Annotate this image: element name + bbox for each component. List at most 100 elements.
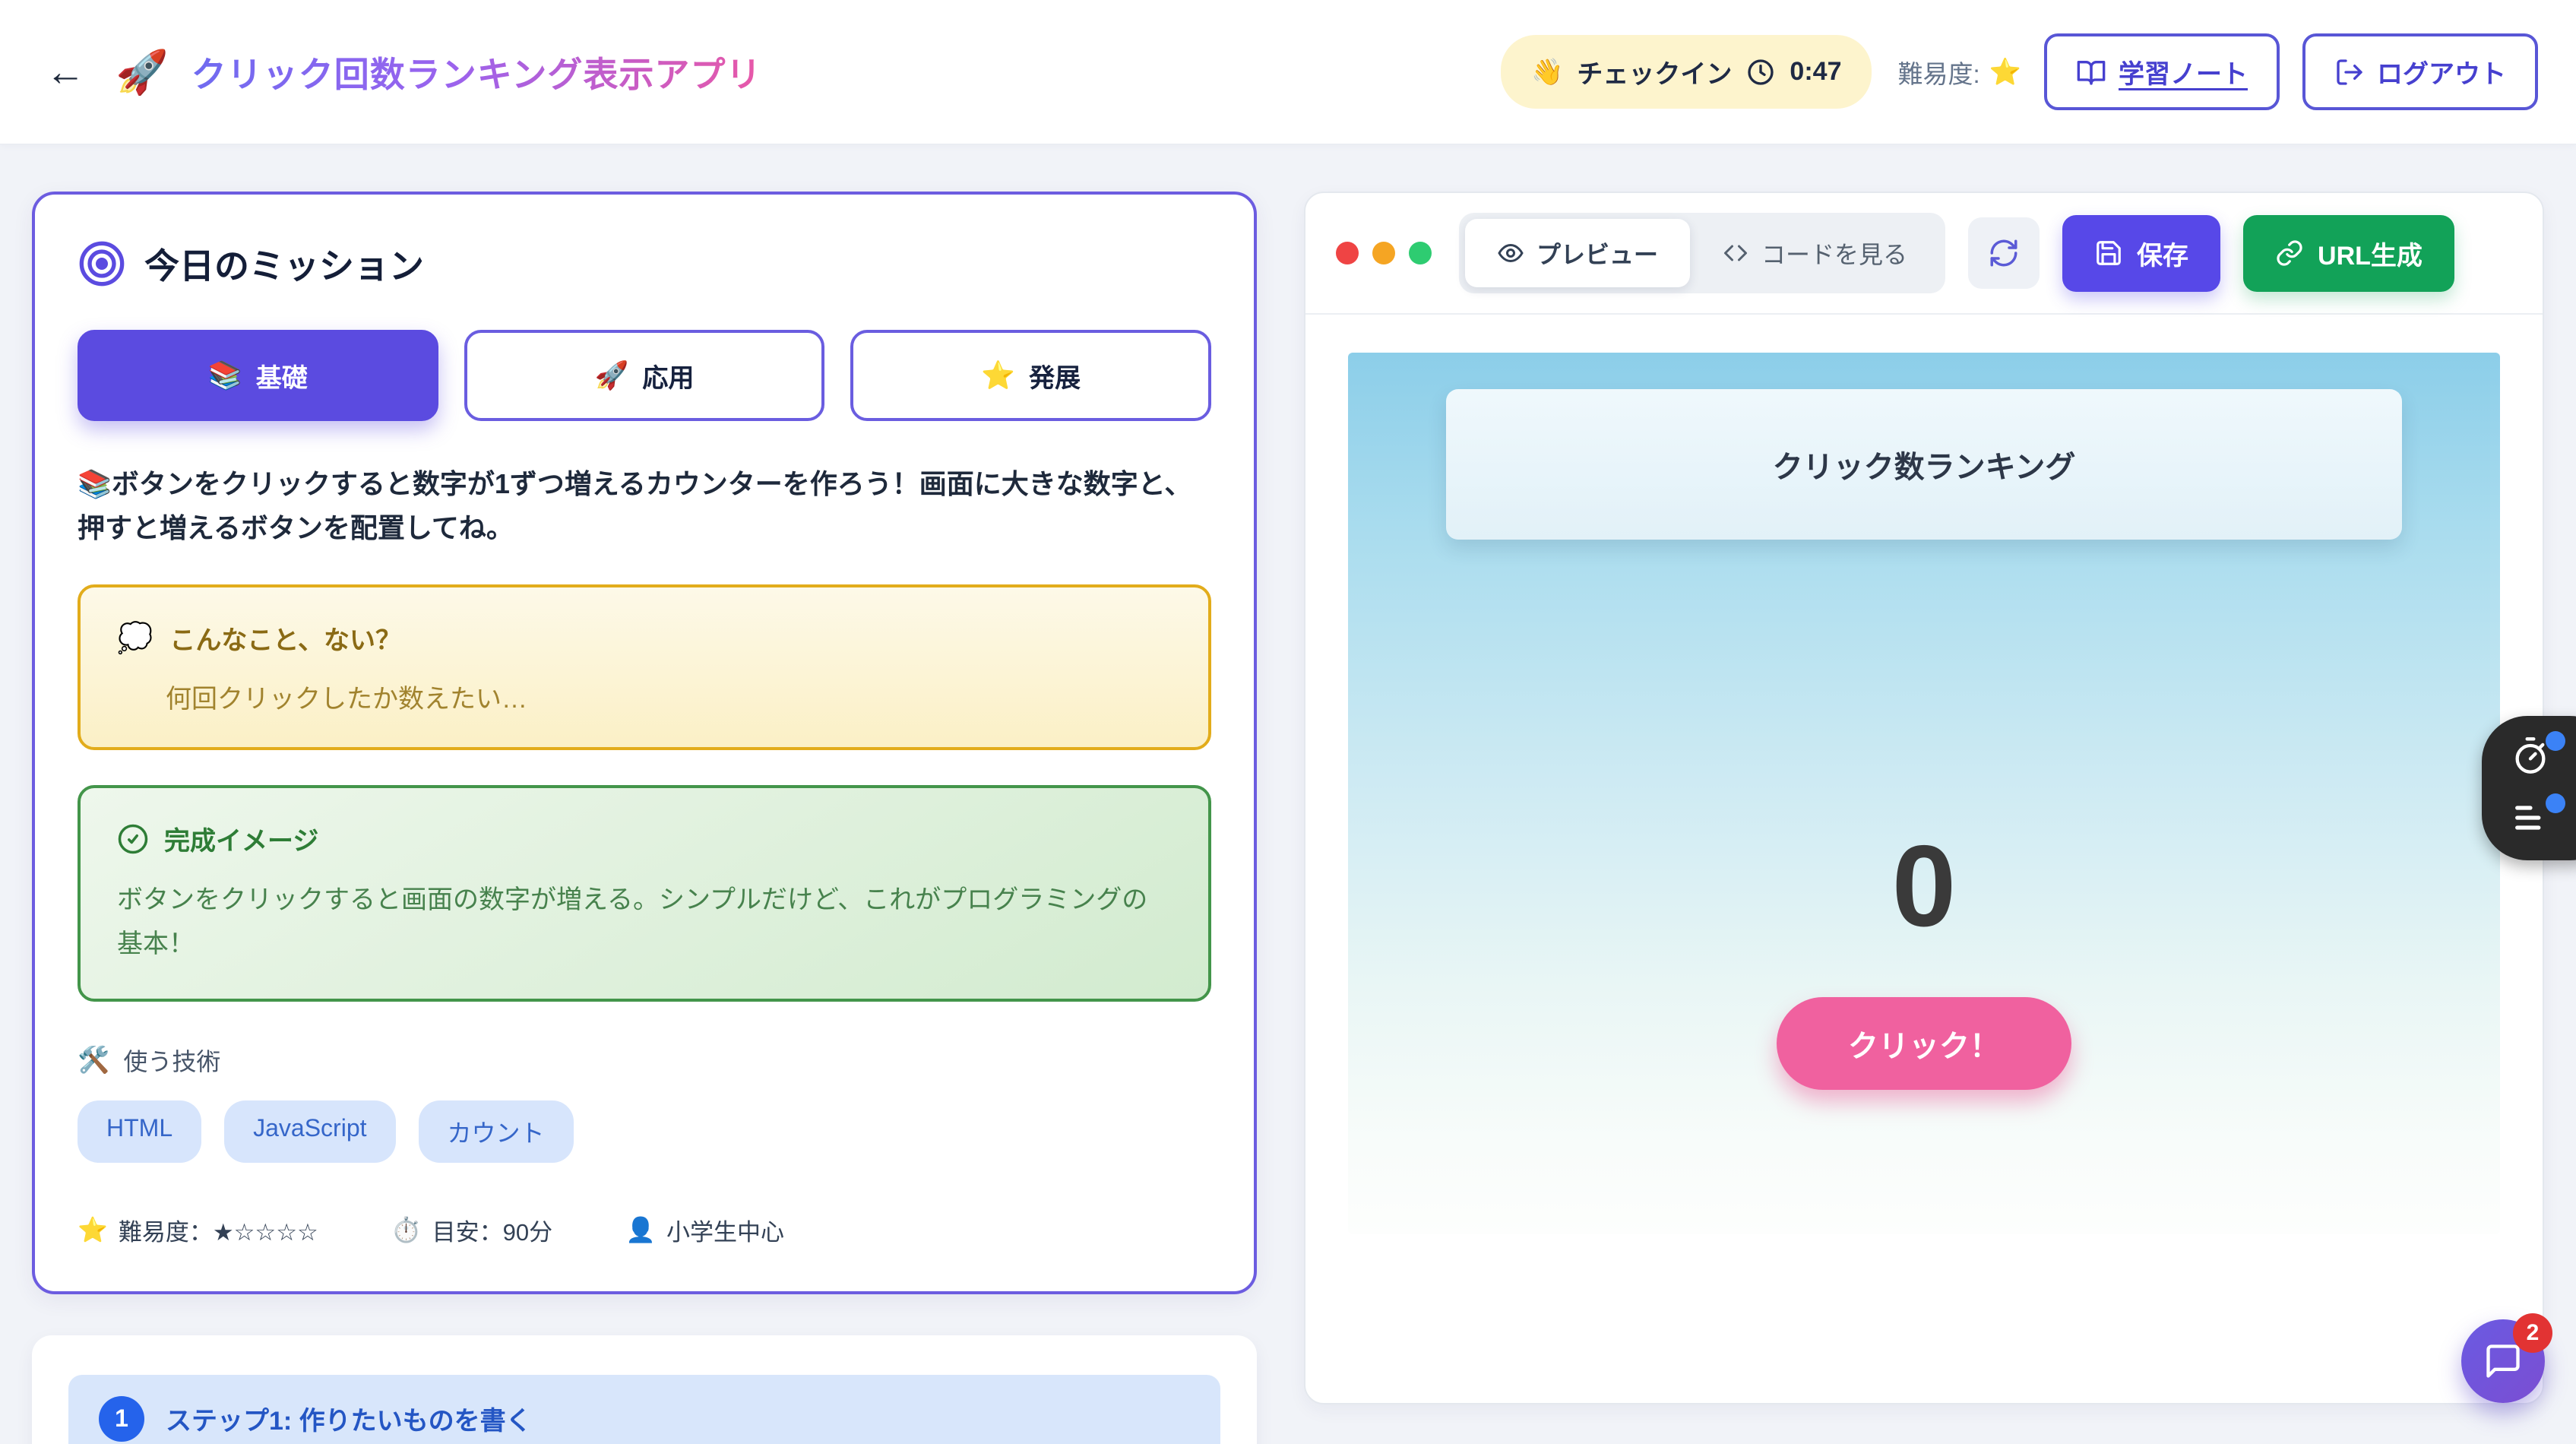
code-icon <box>1722 239 1749 267</box>
open-book-icon <box>2076 57 2106 87</box>
checkin-badge: 👋 チェックイン 0:47 <box>1501 35 1872 109</box>
person-icon: 👤 <box>625 1215 656 1244</box>
list-tool-button[interactable] <box>2511 798 2553 841</box>
mission-meta: ⭐ 難易度：★☆☆☆☆ ⏱️ 目安：90分 👤 小学生中心 <box>78 1213 1211 1247</box>
meta-audience-text: 小学生中心 <box>666 1213 784 1247</box>
editor-panel: プレビュー コードを見る 保存 URL生成 クリック数ランキン <box>1304 192 2544 1404</box>
steps-card: 1 ステップ1: 作りたいものを書く <box>32 1335 1257 1444</box>
mission-card: 今日のミッション 📚 基礎 🚀 応用 ⭐ 発展 📚ボタンをクリックすると数字が1… <box>32 192 1257 1294</box>
step1-header[interactable]: 1 ステップ1: 作りたいものを書く <box>68 1375 1220 1444</box>
app-preview: クリック数ランキング 0 クリック！ <box>1348 353 2500 1234</box>
preview-title-card: クリック数ランキング <box>1446 389 2402 540</box>
stopwatch-icon: ⏱️ <box>391 1215 422 1244</box>
meta-difficulty: ⭐ 難易度：★☆☆☆☆ <box>78 1213 318 1247</box>
editor-toolbar: プレビュー コードを見る 保存 URL生成 <box>1305 193 2543 315</box>
page-title: クリック回数ランキング表示アプリ <box>191 47 762 97</box>
logout-button[interactable]: ログアウト <box>2302 33 2538 110</box>
eye-icon <box>1497 239 1524 267</box>
tab-applied[interactable]: 🚀 応用 <box>464 330 825 421</box>
left-column: 今日のミッション 📚 基礎 🚀 応用 ⭐ 発展 📚ボタンをクリックすると数字が1… <box>32 192 1257 1444</box>
rocket-icon: 🚀 <box>595 359 629 391</box>
step1-title: ステップ1: 作りたいものを書く <box>166 1400 532 1437</box>
tools-icon: 🛠️ <box>78 1045 109 1075</box>
star-icon: ⭐ <box>78 1215 108 1244</box>
save-icon <box>2094 239 2123 268</box>
goal-box-title: 完成イメージ <box>164 820 318 857</box>
rocket-icon: 🚀 <box>116 51 169 93</box>
list-icon <box>2511 798 2550 838</box>
preview-tab[interactable]: プレビュー <box>1465 219 1690 287</box>
green-dot-icon <box>1409 242 1432 264</box>
back-button[interactable]: ← <box>38 48 93 97</box>
meta-audience: 👤 小学生中心 <box>625 1213 784 1247</box>
goal-box-title-row: 完成イメージ <box>117 820 1172 857</box>
goal-box-body: ボタンをクリックすると画面の数字が増える。シンプルだけど、これがプログラミングの… <box>117 879 1172 967</box>
meta-difficulty-text: 難易度：★☆☆☆☆ <box>119 1213 318 1247</box>
tab-basic-label: 基礎 <box>256 357 308 394</box>
chat-unread-badge: 2 <box>2513 1313 2552 1353</box>
chat-button[interactable]: 2 <box>2461 1319 2545 1403</box>
main-content: 今日のミッション 📚 基礎 🚀 応用 ⭐ 発展 📚ボタンをクリックすると数字が1… <box>0 144 2576 1444</box>
code-tab[interactable]: コードを見る <box>1690 219 1939 287</box>
clock-icon <box>1745 57 1776 87</box>
mission-title: 今日のミッション <box>144 239 424 289</box>
mission-heading: 今日のミッション <box>78 239 1211 289</box>
tech-tag-javascript: JavaScript <box>224 1100 395 1163</box>
link-icon <box>2275 239 2304 268</box>
yellow-dot-icon <box>1372 242 1395 264</box>
tab-advanced-label: 発展 <box>1029 357 1081 394</box>
tech-label-row: 🛠️ 使う技術 <box>78 1043 1211 1078</box>
save-label: 保存 <box>2137 235 2188 272</box>
timer-tool-button[interactable] <box>2511 736 2553 778</box>
books-icon: 📚 <box>78 468 112 499</box>
tech-tags: HTML JavaScript カウント <box>78 1100 1211 1163</box>
empathy-box-body: 何回クリックしたか数えたい… <box>117 678 1172 715</box>
star-icon: ⭐ <box>981 359 1015 391</box>
difficulty-indicator: 難易度: ⭐ <box>1897 54 2021 90</box>
empathy-box-title-row: 💭 こんなこと、ない？ <box>117 619 1172 657</box>
empathy-box: 💭 こんなこと、ない？ 何回クリックしたか数えたい… <box>78 584 1211 750</box>
meta-duration-text: 目安：90分 <box>432 1213 552 1247</box>
preview-tab-label: プレビュー <box>1536 236 1658 271</box>
tech-tag-html: HTML <box>78 1100 201 1163</box>
goal-box: 完成イメージ ボタンをクリックすると画面の数字が増える。シンプルだけど、これがプ… <box>78 785 1211 1002</box>
stopwatch-icon <box>2511 736 2550 775</box>
url-generate-label: URL生成 <box>2318 235 2423 272</box>
logout-label: ログアウト <box>2377 53 2506 90</box>
books-icon: 📚 <box>208 359 242 391</box>
mission-description: 📚ボタンをクリックすると数字が1ずつ増えるカウンターを作ろう！画面に大きな数字と… <box>78 462 1211 549</box>
star-icon: ⭐ <box>1989 57 2021 87</box>
step1-number-badge: 1 <box>99 1396 144 1442</box>
logout-icon <box>2334 57 2365 87</box>
wave-icon: 👋 <box>1531 57 1563 87</box>
chat-bubble-icon <box>2483 1341 2523 1381</box>
url-generate-button[interactable]: URL生成 <box>2243 215 2454 292</box>
click-me-button[interactable]: クリック！ <box>1777 997 2071 1090</box>
study-notes-label: 学習ノート <box>2119 53 2248 90</box>
preview-wrapper: クリック数ランキング 0 クリック！ <box>1305 315 2543 1234</box>
tab-advanced[interactable]: ⭐ 発展 <box>850 330 1211 421</box>
empathy-box-title: こんなこと、ない？ <box>169 619 401 657</box>
save-button[interactable]: 保存 <box>2062 215 2220 292</box>
tech-label: 使う技術 <box>123 1043 220 1078</box>
side-tools-panel <box>2482 716 2576 860</box>
refresh-button[interactable] <box>1968 217 2040 289</box>
mission-tabs: 📚 基礎 🚀 応用 ⭐ 発展 <box>78 330 1211 421</box>
app-header: ← 🚀 クリック回数ランキング表示アプリ 👋 チェックイン 0:47 難易度: … <box>0 0 2576 144</box>
window-traffic-lights <box>1336 242 1432 264</box>
view-switcher: プレビュー コードを見る <box>1459 213 1945 293</box>
study-notes-button[interactable]: 学習ノート <box>2044 33 2280 110</box>
mission-description-text: ボタンをクリックすると数字が1ずつ増えるカウンターを作ろう！画面に大きな数字と、… <box>78 468 1191 543</box>
tab-applied-label: 応用 <box>642 357 694 394</box>
checkin-label: チェックイン <box>1577 53 1732 90</box>
checkin-time: 0:47 <box>1790 57 1841 87</box>
notification-dot <box>2546 793 2565 813</box>
meta-duration: ⏱️ 目安：90分 <box>391 1213 552 1247</box>
target-icon <box>78 239 126 288</box>
red-dot-icon <box>1336 242 1359 264</box>
code-tab-label: コードを見る <box>1761 236 1907 271</box>
tab-basic[interactable]: 📚 基礎 <box>78 330 438 421</box>
refresh-icon <box>1988 237 2020 269</box>
notification-dot <box>2546 731 2565 751</box>
check-circle-icon <box>117 823 149 855</box>
